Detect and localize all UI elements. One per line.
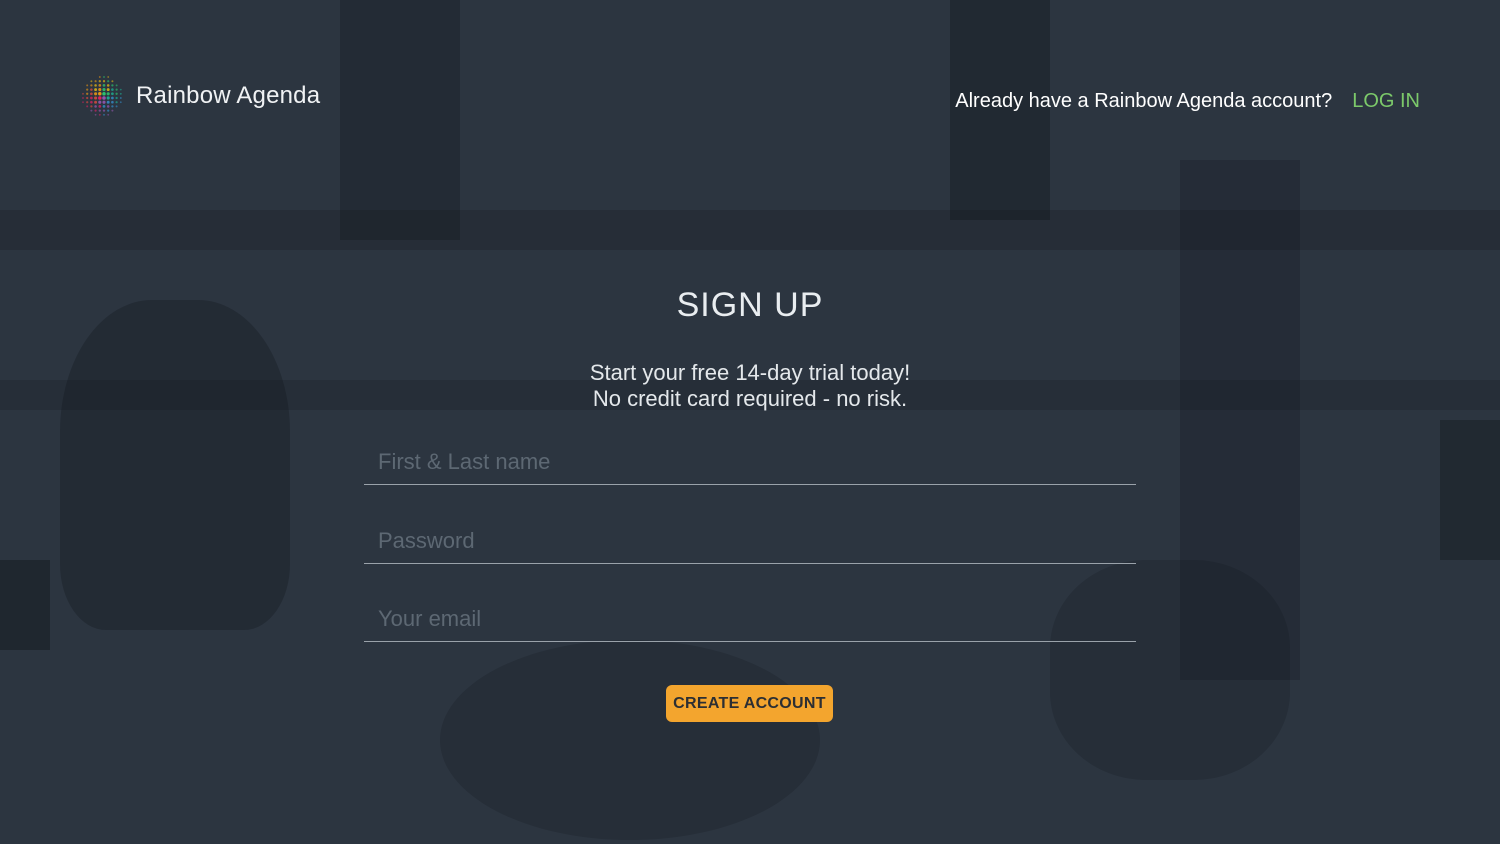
password-input[interactable] [364, 519, 1136, 563]
name-input[interactable] [364, 440, 1136, 484]
name-field [364, 440, 1136, 485]
login-prompt-area: Already have a Rainbow Agenda account? L… [955, 90, 1420, 113]
create-account-button[interactable]: CREATE ACCOUNT [666, 685, 833, 722]
page-title: SIGN UP [676, 286, 824, 324]
login-link[interactable]: LOG IN [1352, 90, 1420, 113]
subtitle-line-1: Start your free 14-day trial today! [589, 360, 911, 385]
login-prompt-text: Already have a Rainbow Agenda account? [955, 90, 1333, 112]
email-field [364, 597, 1136, 642]
email-input[interactable] [364, 597, 1136, 641]
rainbow-dot-globe-icon [82, 76, 122, 116]
brand-name: Rainbow Agenda [136, 82, 321, 109]
subtitle-line-2: No credit card required - no risk. [592, 386, 908, 411]
subtitle: Start your free 14-day trial today! No c… [0, 360, 1500, 412]
password-field [364, 519, 1136, 564]
brand-logo[interactable]: Rainbow Agenda [80, 74, 320, 118]
